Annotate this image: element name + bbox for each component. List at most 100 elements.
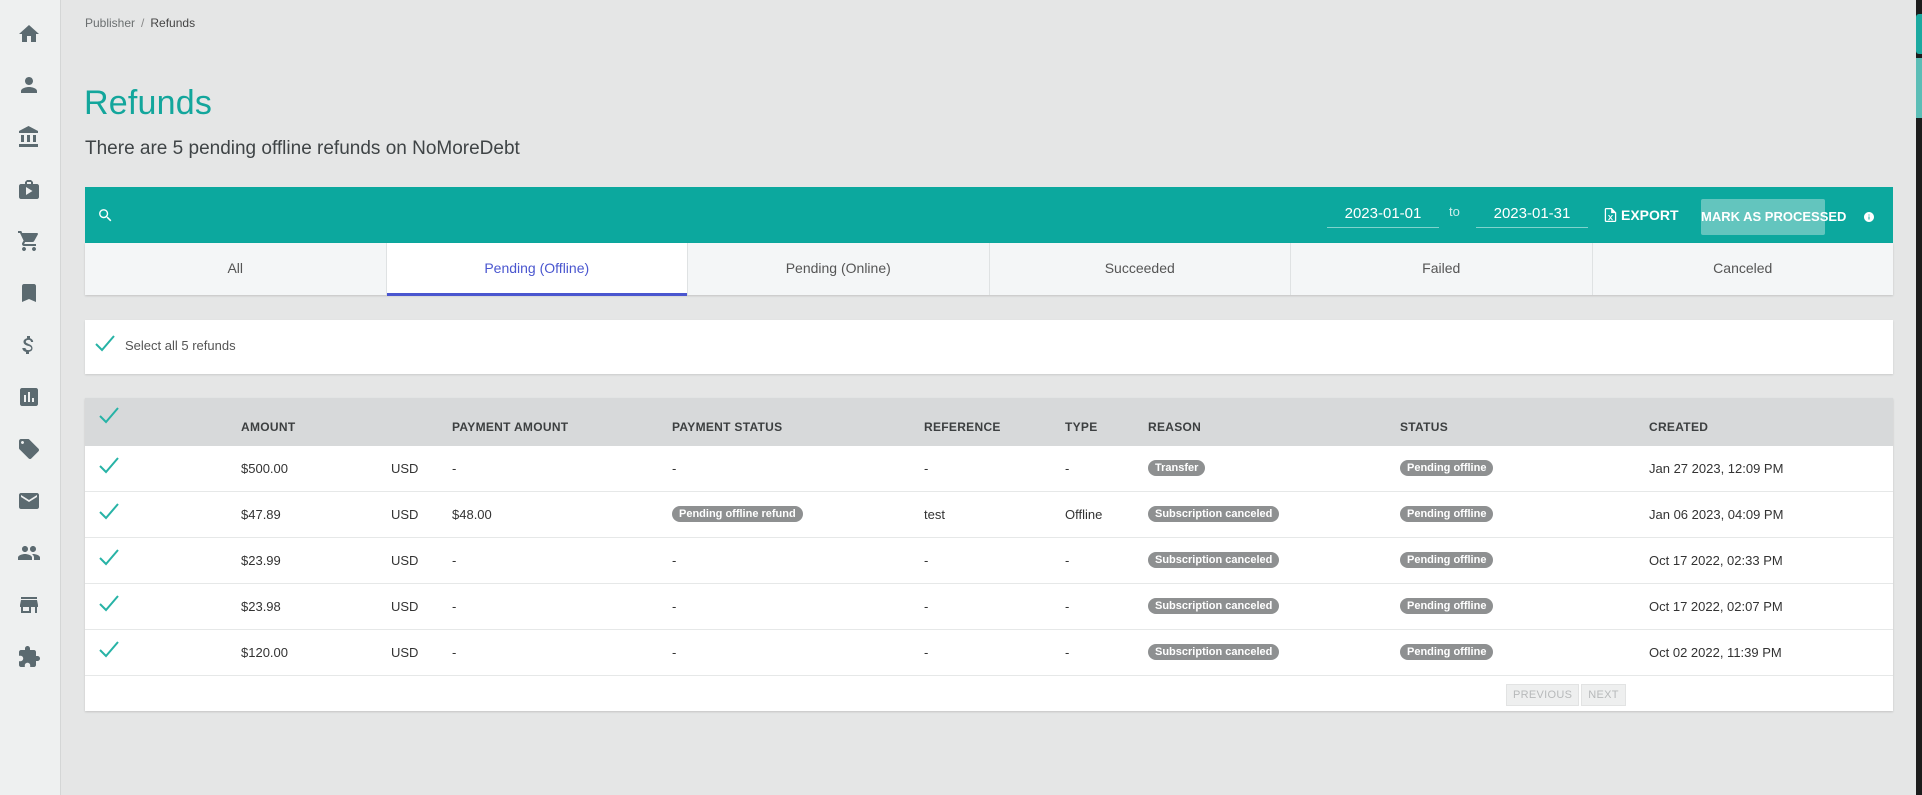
table-header: AMOUNT PAYMENT AMOUNT PAYMENT STATUS REF… [85,398,1893,446]
col-status[interactable]: STATUS [1400,420,1448,434]
refunds-table: AMOUNT PAYMENT AMOUNT PAYMENT STATUS REF… [85,398,1893,711]
select-all-check-icon[interactable] [93,332,117,359]
date-range-separator: to [1449,204,1460,219]
cell-currency: USD [391,461,419,476]
cell-created: Oct 17 2022, 02:07 PM [1649,599,1783,614]
cell-amount: $23.99 [241,553,281,568]
cell-payment-status: - [672,645,677,660]
export-label: EXPORT [1621,207,1679,223]
cell-payment-status: - [672,599,677,614]
breadcrumb-current: Refunds [150,16,196,30]
status-badge: Pending offline [1400,506,1494,522]
tab-pending-online[interactable]: Pending (Online) [688,243,990,295]
page-subtitle: There are 5 pending offline refunds on N… [85,138,520,159]
cell-reference: - [924,461,929,476]
cell-reference: - [924,645,929,660]
tab-all[interactable]: All [85,243,387,295]
row-check-icon[interactable] [97,500,121,527]
tag-icon[interactable] [17,437,41,461]
col-reference[interactable]: REFERENCE [924,420,1001,434]
cell-reference: - [924,553,929,568]
date-from-field[interactable]: 2023-01-01 [1327,204,1439,228]
cell-type: Offline [1065,507,1103,522]
payment-status-badge: Pending offline refund [672,506,803,522]
edge-highlight-secondary [1916,58,1922,118]
sidebar [0,0,61,795]
header-check-icon[interactable] [97,404,121,431]
cell-payment-status: - [672,461,677,476]
bookmark-icon[interactable] [17,281,41,305]
status-badge: Pending offline [1400,552,1494,568]
cell-amount: $120.00 [241,645,288,660]
col-created[interactable]: CREATED [1649,420,1708,434]
tab-failed[interactable]: Failed [1291,243,1593,295]
cell-amount: $500.00 [241,461,288,476]
row-check-icon[interactable] [97,454,121,481]
previous-button[interactable]: PREVIOUS [1506,684,1580,706]
cell-type: - [1065,461,1070,476]
cell-created: Oct 17 2022, 02:33 PM [1649,553,1783,568]
table-row[interactable]: $120.00 USD - - - - Subscription cancele… [85,630,1893,676]
cell-currency: USD [391,599,419,614]
status-badge: Pending offline [1400,598,1494,614]
mark-as-processed-button[interactable]: MARK AS PROCESSED [1701,199,1846,235]
breadcrumb: Publisher / Refunds [85,16,195,30]
row-check-icon[interactable] [97,638,121,665]
cell-created: Jan 27 2023, 12:09 PM [1649,461,1784,476]
reason-badge: Transfer [1148,460,1206,476]
page-title: Refunds [84,84,213,122]
cell-payment-amount: - [452,645,457,660]
cell-created: Jan 06 2023, 04:09 PM [1649,507,1784,522]
row-check-icon[interactable] [97,592,121,619]
tab-succeeded[interactable]: Succeeded [990,243,1291,295]
cell-currency: USD [391,645,419,660]
select-all-label[interactable]: Select all 5 refunds [125,338,236,353]
cart-icon[interactable] [17,229,41,253]
person-icon[interactable] [17,73,41,97]
window-edge [1916,0,1922,795]
reason-badge: Subscription canceled [1148,552,1280,568]
table-row[interactable]: $500.00 USD - - - - Transfer Pending off… [85,446,1893,492]
search-icon[interactable] [97,207,113,223]
col-payment-status[interactable]: PAYMENT STATUS [672,420,782,434]
file-export-icon [1604,208,1617,222]
dollar-icon[interactable] [17,333,41,357]
cell-amount: $47.89 [241,507,281,522]
status-badge: Pending offline [1400,460,1494,476]
pagination: PREVIOUS NEXT [1506,684,1626,706]
col-type[interactable]: TYPE [1065,420,1098,434]
col-payment-amount[interactable]: PAYMENT AMOUNT [452,420,568,434]
breadcrumb-publisher[interactable]: Publisher [85,16,135,30]
mail-icon[interactable] [17,489,41,513]
table-row[interactable]: $47.89 USD $48.00 Pending offline refund… [85,492,1893,538]
cell-currency: USD [391,553,419,568]
puzzle-icon[interactable] [17,645,41,669]
people-icon[interactable] [17,541,41,565]
reason-badge: Subscription canceled [1148,598,1280,614]
next-button[interactable]: NEXT [1581,684,1626,706]
col-reason[interactable]: REASON [1148,420,1201,434]
col-amount[interactable]: AMOUNT [241,420,295,434]
tab-canceled[interactable]: Canceled [1593,243,1894,295]
date-to-field[interactable]: 2023-01-31 [1476,204,1588,228]
table-row[interactable]: $23.98 USD - - - - Subscription canceled… [85,584,1893,630]
cell-payment-amount: - [452,599,457,614]
home-icon[interactable] [17,22,41,46]
cell-created: Oct 02 2022, 11:39 PM [1649,645,1782,660]
row-check-icon[interactable] [97,546,121,573]
table-row[interactable]: $23.99 USD - - - - Subscription canceled… [85,538,1893,584]
bank-icon[interactable] [17,125,41,149]
store-icon[interactable] [17,593,41,617]
edge-highlight [1916,14,1922,54]
cell-reference: test [924,507,945,522]
tab-pending-offline[interactable]: Pending (Offline) [386,243,688,296]
cell-currency: USD [391,507,419,522]
select-all-bar: Select all 5 refunds [85,320,1893,374]
info-icon[interactable] [1863,210,1875,222]
status-badge: Pending offline [1400,644,1494,660]
cell-type: - [1065,553,1070,568]
chart-icon[interactable] [17,385,41,409]
export-button[interactable]: EXPORT [1604,201,1679,229]
cell-type: - [1065,645,1070,660]
briefcase-icon[interactable] [17,177,41,201]
